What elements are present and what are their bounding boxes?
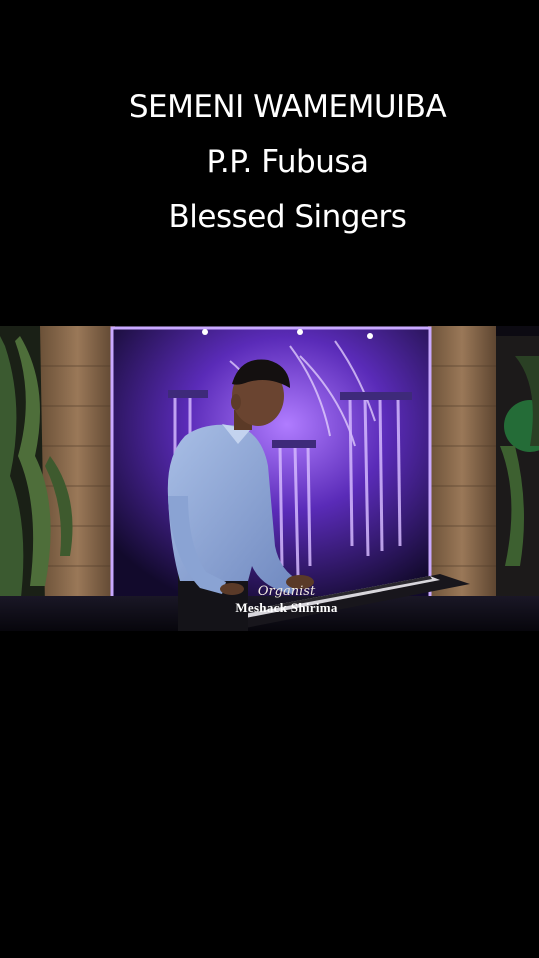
- caption-name: Meshack Shirima: [235, 600, 338, 615]
- title-block: SEMENI WAMEMUIBA P.P. Fubusa Blessed Sin…: [0, 80, 539, 245]
- composer-name: P.P. Fubusa: [206, 144, 369, 180]
- caption-role: Organist: [257, 584, 316, 599]
- choir-name: Blessed Singers: [168, 199, 407, 235]
- song-title: SEMENI WAMEMUIBA: [128, 89, 447, 125]
- organist-caption: Organist Meshack Shirima: [0, 584, 539, 616]
